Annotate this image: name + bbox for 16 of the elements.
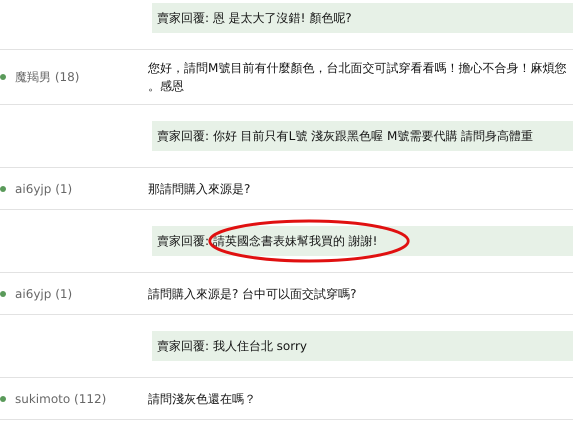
question-text: 您好，請問M號目前有什麼顏色，台北面交可試穿看看嗎！擔心不合身！麻煩您 xyxy=(148,60,566,77)
status-dot-icon xyxy=(0,74,6,80)
question-text: 請問購入來源是? 台中可以面交試穿嗎? xyxy=(148,286,357,302)
username[interactable]: sukimoto (112) xyxy=(15,392,106,406)
status-dot-icon xyxy=(0,396,6,402)
seller-reply: 賣家回覆: 恩 是太大了沒錯! 顏色呢? xyxy=(152,3,573,33)
question-text: 那請問購入來源是? xyxy=(148,180,250,198)
status-dot-icon xyxy=(0,290,6,296)
username[interactable]: ai6yjp (1) xyxy=(15,182,72,196)
username[interactable]: ai6yjp (1) xyxy=(15,286,72,300)
status-dot-icon xyxy=(0,186,6,192)
seller-reply: 賣家回覆: 你好 目前只有L號 淺灰跟黑色喔 M號需要代購 請問身高體重 xyxy=(152,121,573,151)
question-text: 請問淺灰色還在嗎？ xyxy=(148,390,256,408)
seller-reply: 賣家回覆: 我人住台北 sorry xyxy=(152,331,573,361)
username[interactable]: 魔羯男 (18) xyxy=(15,68,80,86)
question-text: 。感恩 xyxy=(148,78,185,95)
